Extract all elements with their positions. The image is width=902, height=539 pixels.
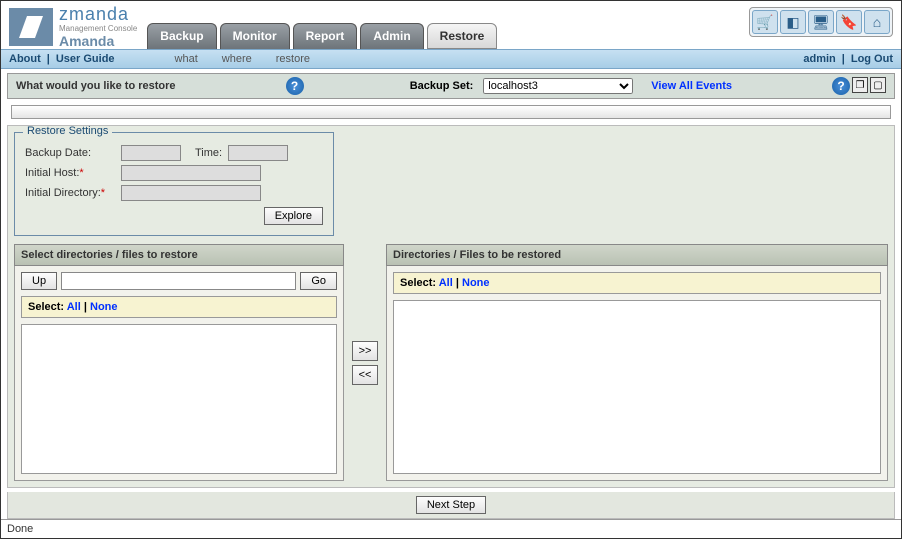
initial-directory-field[interactable] — [121, 185, 261, 201]
page-title: What would you like to restore — [16, 80, 176, 92]
crumb-where[interactable]: where — [222, 53, 252, 65]
select-all-right[interactable]: All — [439, 277, 453, 289]
initial-directory-label: Initial Directory:* — [25, 187, 115, 199]
status-bar: Done — [1, 519, 901, 538]
select-bar-left: Select: All | None — [21, 296, 337, 318]
select-all-left[interactable]: All — [67, 301, 81, 313]
brand-name: zmanda — [59, 5, 137, 25]
initial-host-label: Initial Host:* — [25, 167, 115, 179]
backup-set-select[interactable]: localhost3 — [483, 78, 633, 94]
tab-backup[interactable]: Backup — [147, 23, 216, 49]
time-field[interactable] — [228, 145, 288, 161]
admin-link[interactable]: admin — [803, 53, 835, 65]
tab-admin[interactable]: Admin — [360, 23, 423, 49]
select-files-header: Select directories / files to restore — [14, 244, 344, 266]
restore-settings-fieldset: Restore Settings Backup Date: Time: Init… — [14, 132, 334, 236]
target-file-list[interactable] — [393, 300, 881, 474]
window-maximize-icon[interactable]: ▢ — [870, 77, 886, 93]
crumb-restore[interactable]: restore — [276, 53, 310, 65]
header-toolbar: 🛒 ◧ 🖥 🔖 ⌂ — [749, 7, 893, 37]
logout-link[interactable]: Log Out — [851, 53, 893, 65]
go-button[interactable]: Go — [300, 272, 337, 290]
separator: | — [47, 53, 50, 65]
explore-button[interactable]: Explore — [264, 207, 323, 225]
view-all-events-link[interactable]: View All Events — [651, 80, 732, 92]
remove-button[interactable]: << — [352, 365, 378, 385]
help-icon[interactable]: ? — [286, 77, 304, 95]
progress-bar — [11, 105, 891, 119]
tab-report[interactable]: Report — [293, 23, 358, 49]
main-tabs: Backup Monitor Report Admin Restore — [147, 23, 497, 49]
restore-settings-legend: Restore Settings — [23, 125, 112, 137]
tag-icon[interactable]: 🔖 — [836, 10, 862, 34]
device-icon[interactable]: ◧ — [780, 10, 806, 34]
time-label: Time: — [195, 147, 222, 159]
tab-monitor[interactable]: Monitor — [220, 23, 290, 49]
up-button[interactable]: Up — [21, 272, 57, 290]
home-icon[interactable]: ⌂ — [864, 10, 890, 34]
logo-icon — [9, 8, 53, 46]
add-button[interactable]: >> — [352, 341, 378, 361]
select-label: Select: — [400, 277, 436, 289]
target-files-header: Directories / Files to be restored — [386, 244, 888, 266]
window-restore-icon[interactable]: ❐ — [852, 77, 868, 93]
select-none-right[interactable]: None — [462, 277, 490, 289]
backup-date-field[interactable] — [121, 145, 181, 161]
backup-set-label: Backup Set: — [410, 80, 474, 92]
cart-icon[interactable]: 🛒 — [752, 10, 778, 34]
select-label: Select: — [28, 301, 64, 313]
brand-product: Amanda — [59, 34, 137, 49]
about-link[interactable]: About — [9, 53, 41, 65]
source-file-list[interactable] — [21, 324, 337, 474]
next-step-button[interactable]: Next Step — [416, 496, 486, 514]
separator: | — [456, 277, 459, 289]
tab-restore[interactable]: Restore — [427, 23, 498, 49]
select-none-left[interactable]: None — [90, 301, 118, 313]
help-icon-2[interactable]: ? — [832, 77, 850, 95]
separator: | — [842, 53, 845, 65]
logo-text: zmanda Management Console Amanda — [59, 5, 137, 49]
initial-host-field[interactable] — [121, 165, 261, 181]
separator: | — [84, 301, 87, 313]
select-bar-right: Select: All | None — [393, 272, 881, 294]
crumb-what[interactable]: what — [175, 53, 198, 65]
path-input[interactable] — [61, 272, 296, 290]
backup-date-label: Backup Date: — [25, 147, 115, 159]
user-guide-link[interactable]: User Guide — [56, 53, 115, 65]
monitor-icon[interactable]: 🖥 — [808, 10, 834, 34]
